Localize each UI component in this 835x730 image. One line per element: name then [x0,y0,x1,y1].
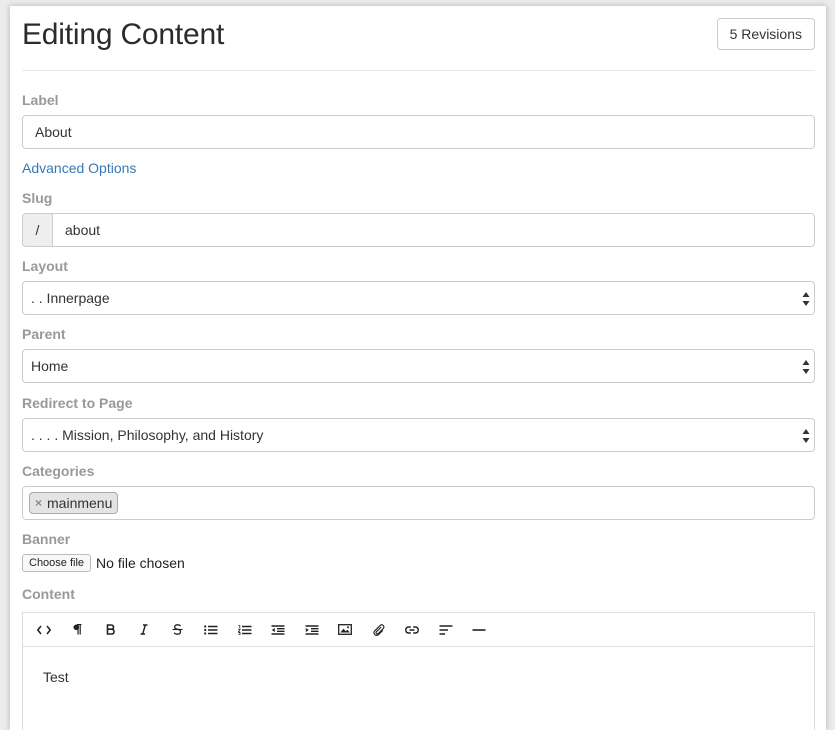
layout-select[interactable]: . . Innerpage [22,281,815,315]
unordered-list-icon[interactable] [195,617,229,643]
parent-group: Parent [22,326,66,342]
italic-icon[interactable] [128,617,162,643]
redirect-selected-value: . . . . Mission, Philosophy, and History [31,427,264,443]
redirect-group: Redirect to Page [22,395,132,411]
editor-text: Test [43,669,69,685]
paragraph-icon[interactable] [61,617,95,643]
slug-input[interactable] [52,213,815,247]
redirect-select-wrap: . . . . Mission, Philosophy, and History [22,418,815,452]
parent-label: Parent [22,326,66,342]
page-header: Editing Content 5 Revisions [22,6,815,71]
edit-panel: Editing Content 5 Revisions Label Advanc… [10,6,826,730]
redirect-select[interactable]: . . . . Mission, Philosophy, and History [22,418,815,452]
banner-label: Banner [22,531,71,547]
editor-content[interactable]: Test [23,647,814,730]
file-status: No file chosen [96,555,185,571]
label-input-wrap [22,115,815,149]
layout-group: Layout [22,258,68,274]
align-left-icon[interactable] [429,617,463,643]
banner-file-input: Choose file No file chosen [22,552,185,574]
slug-prefix: / [22,213,52,247]
select-arrows-icon [802,292,810,306]
link-icon[interactable] [396,617,430,643]
categories-box-wrap: × mainmenu [22,486,815,520]
label-field-label: Label [22,92,59,108]
categories-input[interactable]: × mainmenu [22,486,815,520]
indent-icon[interactable] [295,617,329,643]
slug-field: / [22,213,815,247]
slug-group: Slug [22,190,52,206]
categories-label: Categories [22,463,95,479]
advanced-options-link[interactable]: Advanced Options [22,160,136,176]
select-arrows-icon [802,429,810,443]
horizontal-rule-icon[interactable] [463,617,497,643]
layout-select-wrap: . . Innerpage [22,281,815,315]
slug-label: Slug [22,190,53,206]
attachment-icon[interactable] [362,617,396,643]
banner-group: Banner [22,531,70,547]
advanced-options-wrap: Advanced Options [22,160,136,178]
form-container: Editing Content 5 Revisions Label Advanc… [22,6,815,730]
parent-selected-value: Home [31,358,69,374]
outdent-icon[interactable] [262,617,296,643]
image-icon[interactable] [329,617,363,643]
select-arrows-icon [802,360,810,374]
banner-file-wrap: Choose file No file chosen [22,552,185,574]
layout-selected-value: . . Innerpage [31,290,110,306]
label-input[interactable] [22,115,815,149]
layout-label: Layout [22,258,68,274]
tag-label: mainmenu [47,495,113,511]
bold-icon[interactable] [94,617,128,643]
page-title: Editing Content [22,18,225,51]
parent-select-wrap: Home [22,349,815,383]
strikethrough-icon[interactable] [161,617,195,643]
content-group: Content [22,586,75,602]
ordered-list-icon[interactable] [228,617,262,643]
content-label: Content [22,586,75,602]
revisions-button[interactable]: 5 Revisions [716,18,815,50]
code-icon[interactable] [27,617,61,643]
categories-group: Categories [22,463,94,479]
editor-wrap: Test [22,612,815,730]
label-group: Label [22,92,59,108]
tag-remove-icon[interactable]: × [35,496,42,510]
slug-input-group: / [22,213,815,247]
rich-text-editor: Test [22,612,815,730]
editor-toolbar [23,613,814,647]
parent-select[interactable]: Home [22,349,815,383]
redirect-label: Redirect to Page [22,395,133,411]
category-tag: × mainmenu [29,492,119,514]
choose-file-button[interactable]: Choose file [22,554,92,572]
